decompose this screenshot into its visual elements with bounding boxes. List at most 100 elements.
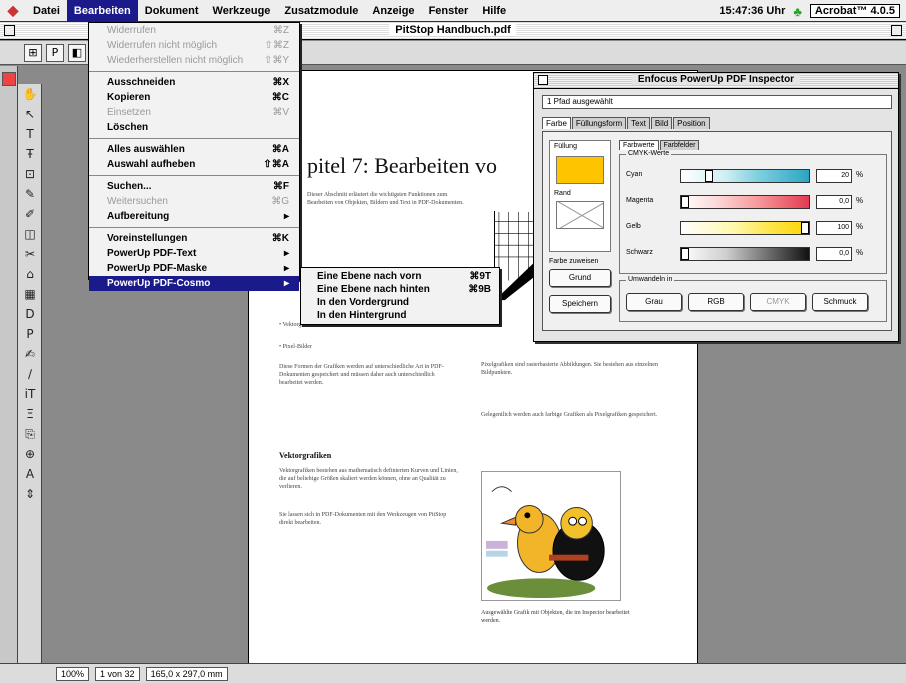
subtab-farbfelder[interactable]: Farbfelder	[659, 140, 700, 150]
tool-17-icon[interactable]: ⎘	[18, 424, 42, 444]
tool-3-icon[interactable]: Ŧ	[18, 144, 42, 164]
zoom-field[interactable]: 100%	[56, 666, 90, 681]
submenu-item-eine-ebene-nach-vorn[interactable]: Eine Ebene nach vorn ⌘9T	[301, 270, 499, 283]
tab-text[interactable]: Text	[627, 117, 650, 129]
tab-füllungsform[interactable]: Füllungsform	[571, 117, 627, 129]
tool-14-icon[interactable]: ∕	[18, 364, 42, 384]
page-navigation[interactable]: 1 von 32	[95, 666, 140, 681]
menu-item-label: Widerrufen nicht möglich	[107, 40, 218, 51]
tool-11-icon[interactable]: D	[18, 304, 42, 324]
tool-10-icon[interactable]: ▦	[18, 284, 42, 304]
subtab-farbwerte[interactable]: Farbwerte	[619, 140, 659, 150]
fill-swatch[interactable]	[556, 156, 604, 184]
cyan-value-field[interactable]: 20	[816, 169, 852, 183]
tool-4-icon[interactable]: ⊡	[18, 164, 42, 184]
edit-menu-item-aufbereitung[interactable]: Aufbereitung ▸	[89, 209, 299, 224]
edit-menu-item-wiederherstellen-nicht-möglich: Wiederherstellen nicht möglich ⇧⌘Y	[89, 53, 299, 68]
menu-werkzeuge[interactable]: Werkzeuge	[206, 0, 278, 22]
slider-row-schwarz: Schwarz 0,0%	[626, 245, 882, 263]
gelb-value-field[interactable]: 100	[816, 221, 852, 235]
tool-20-icon[interactable]: ⇕	[18, 484, 42, 504]
submenu-item-eine-ebene-nach-hinten[interactable]: Eine Ebene nach hinten ⌘9B	[301, 283, 499, 296]
tool-12-icon[interactable]: P	[18, 324, 42, 344]
toolbar-button-0[interactable]: ⊞	[24, 43, 42, 62]
schwarz-value-field[interactable]: 0,0	[816, 247, 852, 261]
slider-thumb[interactable]	[681, 248, 689, 260]
right-column-2: Gelegentlich werden auch farbige Grafike…	[481, 412, 658, 418]
submenu-item-label: Eine Ebene nach hinten	[317, 284, 430, 295]
submenu-item-in-den-hintergrund[interactable]: In den Hintergrund	[301, 309, 499, 322]
slider-thumb[interactable]	[681, 196, 689, 208]
basic-button[interactable]: Grund	[549, 269, 611, 287]
tool-15-icon[interactable]: iT	[18, 384, 42, 404]
application-menu[interactable]: Acrobat™ 4.0.5	[809, 4, 900, 18]
menu-anzeige[interactable]: Anzeige	[365, 0, 421, 22]
edit-menu-item-ausschneiden[interactable]: Ausschneiden ⌘X	[89, 75, 299, 90]
menu-item-shortcut: ▸	[283, 248, 289, 259]
apple-menu-icon[interactable]: ◆	[0, 2, 26, 19]
tool-5-icon[interactable]: ✎	[18, 184, 42, 204]
menu-datei[interactable]: Datei	[26, 0, 67, 22]
edit-menu-item-auswahl-aufheben[interactable]: Auswahl aufheben ⇧⌘A	[89, 157, 299, 172]
edit-menu-item-powerup-pdf-cosmo[interactable]: PowerUp PDF-Cosmo ▸	[89, 276, 299, 291]
bookmark-icon[interactable]	[2, 72, 16, 86]
inspector-tabs: Farbe Füllungsform Text Bild Position	[542, 117, 711, 129]
menu-hilfe[interactable]: Hilfe	[475, 0, 513, 22]
tool-16-icon[interactable]: Ξ	[18, 404, 42, 424]
schwarz-slider[interactable]	[680, 247, 810, 261]
application-icon[interactable]: ♣	[793, 4, 802, 19]
bullet-2: • Pixel-Bilder	[279, 344, 312, 350]
menu-bearbeiten[interactable]: Bearbeiten	[66, 0, 138, 22]
tool-19-icon[interactable]: A	[18, 464, 42, 484]
menu-fenster[interactable]: Fenster	[422, 0, 476, 22]
tool-18-icon[interactable]: ⊕	[18, 444, 42, 464]
tool-8-icon[interactable]: ✂	[18, 244, 42, 264]
slider-thumb[interactable]	[801, 222, 809, 234]
menu-zusatzmodule[interactable]: Zusatzmodule	[277, 0, 365, 22]
edit-menu-item-kopieren[interactable]: Kopieren ⌘C	[89, 90, 299, 105]
cyan-slider[interactable]	[680, 169, 810, 183]
edit-menu-item-voreinstellungen[interactable]: Voreinstellungen ⌘K	[89, 231, 299, 246]
gelb-slider[interactable]	[680, 221, 810, 235]
edit-menu-item-alles-auswählen[interactable]: Alles auswählen ⌘A	[89, 142, 299, 157]
convert-schmuck-button[interactable]: Schmuck	[812, 293, 868, 311]
convert-grau-button[interactable]: Grau	[626, 293, 682, 311]
zoom-box-icon[interactable]	[891, 25, 902, 36]
tool-1-icon[interactable]: ↖	[18, 104, 42, 124]
percent-icon: %	[856, 222, 864, 231]
save-button[interactable]: Speichern	[549, 295, 611, 313]
menu-item-label: PowerUp PDF-Text	[107, 248, 197, 259]
clock: 15:47:36 Uhr	[719, 5, 786, 17]
tool-6-icon[interactable]: ✐	[18, 204, 42, 224]
menu-item-shortcut: ⌘K	[271, 233, 289, 244]
edit-menu-item-powerup-pdf-maske[interactable]: PowerUp PDF-Maske ▸	[89, 261, 299, 276]
tab-bild[interactable]: Bild	[650, 117, 673, 129]
edit-menu-item-powerup-pdf-text[interactable]: PowerUp PDF-Text ▸	[89, 246, 299, 261]
menu-item-shortcut: ⇧⌘Z	[264, 40, 290, 51]
inspector-titlebar[interactable]: Enfocus PowerUp PDF Inspector	[534, 73, 898, 89]
magenta-value-field[interactable]: 0,0	[816, 195, 852, 209]
slider-thumb[interactable]	[705, 170, 713, 182]
slider-label: Magenta	[626, 197, 654, 204]
stroke-swatch[interactable]	[556, 201, 604, 229]
tab-farbe[interactable]: Farbe	[542, 117, 571, 129]
submenu-item-in-den-vordergrund[interactable]: In den Vordergrund	[301, 296, 499, 309]
toolbar-button-1[interactable]: P	[46, 43, 64, 62]
tool-2-icon[interactable]: T	[18, 124, 42, 144]
close-box-icon[interactable]	[4, 25, 15, 36]
edit-menu-item-weitersuchen: Weitersuchen ⌘G	[89, 194, 299, 209]
edit-menu-item-löschen[interactable]: Löschen	[89, 120, 299, 135]
edit-menu-item-suchen[interactable]: Suchen... ⌘F	[89, 179, 299, 194]
menu-dokument[interactable]: Dokument	[138, 0, 206, 22]
menu-item-label: PowerUp PDF-Cosmo	[107, 278, 211, 289]
tool-9-icon[interactable]: ⌂	[18, 264, 42, 284]
convert-rgb-button[interactable]: RGB	[688, 293, 744, 311]
tool-7-icon[interactable]: ◫	[18, 224, 42, 244]
tab-position[interactable]: Position	[673, 117, 710, 129]
tool-0-icon[interactable]: ✋	[18, 84, 42, 104]
magenta-slider[interactable]	[680, 195, 810, 209]
tool-13-icon[interactable]: ✍	[18, 344, 42, 364]
close-box-icon[interactable]	[538, 75, 548, 85]
cartoon-illustration[interactable]	[481, 471, 621, 601]
toolbar-button-2[interactable]: ◧	[68, 43, 86, 62]
